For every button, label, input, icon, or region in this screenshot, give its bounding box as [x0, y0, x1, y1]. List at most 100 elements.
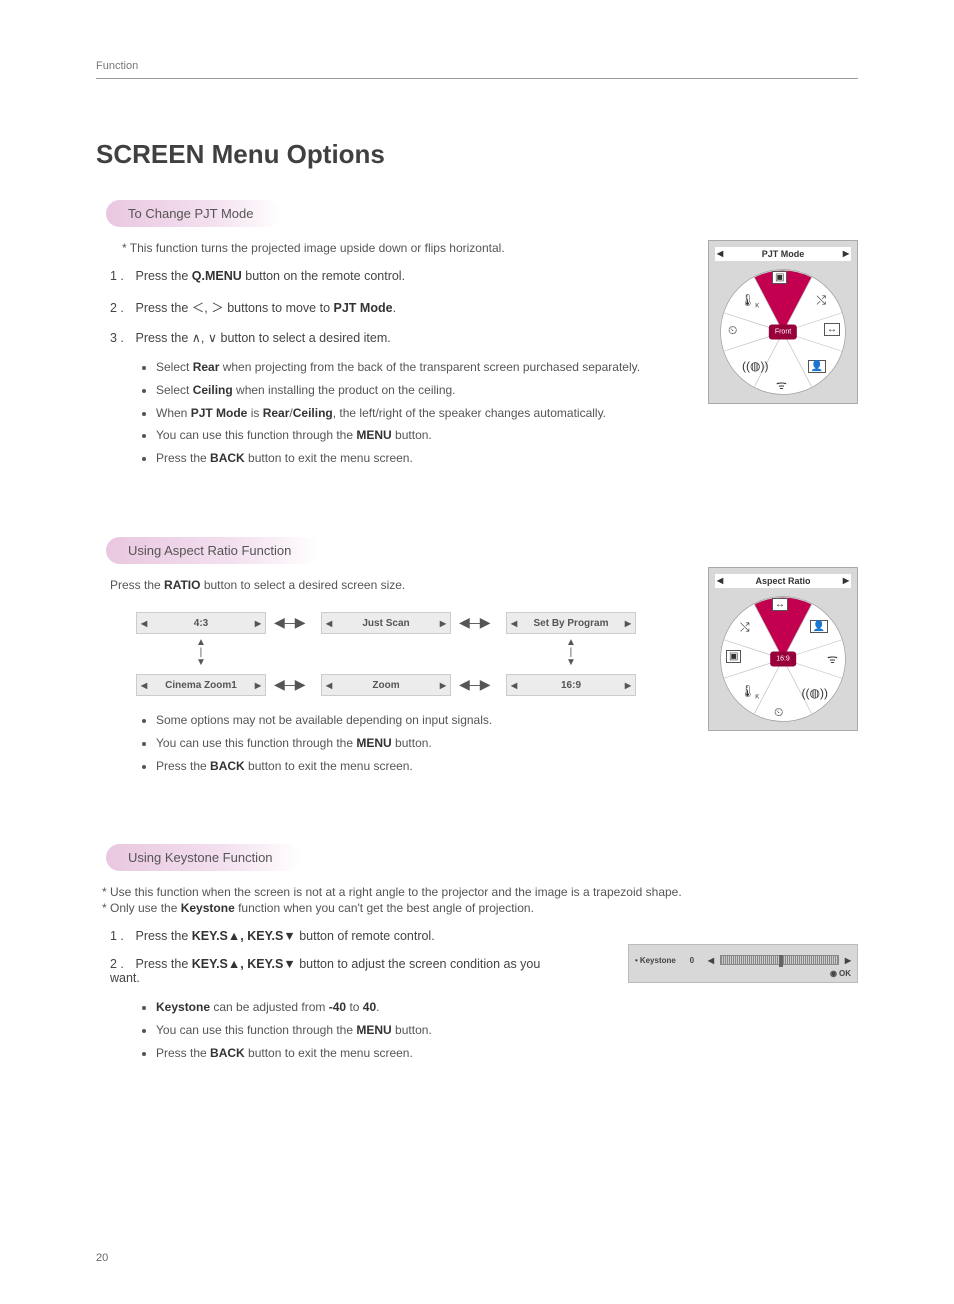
keystone-intro2: * Only use the Keystone function when yo…: [102, 901, 858, 915]
text: Press the: [135, 301, 191, 315]
text: button.: [392, 1023, 432, 1037]
page-number: 20: [96, 1252, 108, 1264]
text: button to exit the menu screen.: [245, 1046, 413, 1060]
aspect-heading: Using Aspect Ratio Function: [106, 537, 319, 564]
text: button to exit the menu screen.: [245, 451, 413, 465]
text: BACK: [210, 1046, 245, 1060]
text: You can use this function through the: [156, 736, 356, 750]
speaker-icon: ((◍)): [802, 686, 828, 700]
option-cinema-zoom1: ◀Cinema Zoom1▶: [136, 674, 266, 696]
aspect-osd-title: Aspect Ratio: [715, 574, 851, 588]
text: is: [247, 406, 262, 420]
page-header: Function: [96, 60, 858, 79]
timer-icon: ⏲: [728, 323, 737, 338]
wifi-icon: ᯤ: [827, 650, 838, 667]
text: buttons to move to: [224, 301, 334, 315]
h-arrow-icon: ◀—▶: [459, 676, 489, 693]
pjt-osd-center: Front: [769, 325, 797, 340]
keystone-slider: [720, 955, 839, 965]
aspect-osd-wheel: 16:9 ↔ ⤭ 👤 ▣ ᯤ 🌡K ((◍)) ⏲: [718, 594, 848, 724]
keystone-osd-panel: Keystone 0 ◀ ▶ OK: [628, 944, 858, 983]
page-title: SCREEN Menu Options: [96, 139, 858, 170]
section-pjt-mode: To Change PJT Mode * This function turns…: [96, 200, 858, 467]
text: Ceiling: [193, 383, 233, 397]
arrows-icon: ↔: [772, 598, 788, 611]
speaker-icon: ((◍)): [742, 359, 768, 373]
option-zoom: ◀Zoom▶: [321, 674, 451, 696]
text: button to select a desired screen size.: [200, 578, 405, 592]
text: Ceiling: [293, 406, 333, 420]
wifi-icon: ᯤ: [776, 376, 787, 393]
text: When: [156, 406, 191, 420]
flip-icon: ⤭: [816, 293, 826, 308]
option-16-9: ◀16:9▶: [506, 674, 636, 696]
text: button to exit the menu screen.: [245, 759, 413, 773]
person-icon: 👤: [808, 360, 826, 373]
section-aspect-ratio: Using Aspect Ratio Function Press the RA…: [96, 537, 858, 774]
text: * Only use the: [102, 901, 181, 915]
text: Select: [156, 360, 193, 374]
slider-thumb: [779, 955, 783, 967]
text: RATIO: [164, 578, 200, 592]
text: button.: [392, 736, 432, 750]
keystone-heading: Using Keystone Function: [106, 844, 301, 871]
person-icon: 👤: [810, 620, 828, 633]
pjt-osd-panel: PJT Mode Front ▣ 🌡K ⤭ ⏲ ↔: [708, 240, 858, 404]
text: when projecting from the back of the tra…: [219, 360, 640, 374]
text: when installing the product on the ceili…: [233, 383, 456, 397]
flip-icon: ⤭: [740, 620, 750, 635]
option-4-3: ◀4:3▶: [136, 612, 266, 634]
text: MENU: [356, 1023, 391, 1037]
v-arrow-icon: ▲|▼: [566, 638, 576, 668]
projector-icon: ▣: [726, 650, 741, 663]
text: button of remote control.: [296, 929, 435, 943]
text: You can use this function through the: [156, 428, 356, 442]
text: Press the: [156, 451, 210, 465]
text: BACK: [210, 451, 245, 465]
text: Q.MENU: [192, 269, 242, 283]
text: Select: [156, 383, 193, 397]
keystone-osd-value: 0: [682, 956, 702, 965]
text: to: [346, 1000, 363, 1014]
text: button to select a desired item.: [217, 331, 391, 345]
pjt-osd-title: PJT Mode: [715, 247, 851, 261]
arrows-icon: ↔: [824, 323, 840, 336]
aspect-osd-panel: Aspect Ratio 16:9 ↔ ⤭ 👤 ▣ ᯤ: [708, 567, 858, 731]
keystone-osd-label: Keystone: [635, 956, 676, 965]
text: Press the: [135, 331, 191, 345]
keystone-intro1: * Use this function when the screen is n…: [102, 885, 858, 899]
text: BACK: [210, 759, 245, 773]
text: Press the: [135, 957, 191, 971]
text: button.: [392, 428, 432, 442]
keystone-osd-ok: OK: [635, 969, 851, 978]
thermometer-icon: 🌡K: [740, 293, 759, 309]
text: Press the: [156, 1046, 210, 1060]
text: -40: [329, 1000, 346, 1014]
v-arrow-icon: ▲|▼: [196, 638, 206, 668]
text: Press the: [135, 269, 191, 283]
text: 40: [363, 1000, 376, 1014]
text: PJT Mode: [334, 301, 393, 315]
pjt-heading: To Change PJT Mode: [106, 200, 282, 227]
text: Press the: [135, 929, 191, 943]
text: MENU: [356, 428, 391, 442]
text: PJT Mode: [191, 406, 248, 420]
left-arrow-icon: ◀: [708, 956, 714, 965]
right-arrow-icon: ▶: [845, 956, 851, 965]
keystone-bullets: Keystone can be adjusted from -40 to 40.…: [156, 999, 858, 1061]
text: You can use this function through the: [156, 1023, 356, 1037]
text: MENU: [356, 736, 391, 750]
h-arrow-icon: ◀—▶: [274, 676, 304, 693]
keystone-step-2: 2 . Press the KEY.S▲, KEY.S▼ button to a…: [110, 957, 570, 985]
text: Rear: [193, 360, 220, 374]
text: .: [376, 1000, 379, 1014]
text: .: [393, 301, 396, 315]
text: Press the: [110, 578, 164, 592]
section-keystone: Using Keystone Function * Use this funct…: [96, 844, 858, 1061]
text: KEY.S▲, KEY.S▼: [192, 929, 296, 943]
text: Press the: [156, 759, 210, 773]
text: Keystone: [181, 901, 235, 915]
text: ＜, ＞: [192, 301, 224, 315]
option-set-by-program: ◀Set By Program▶: [506, 612, 636, 634]
projector-icon: ▣: [772, 271, 787, 284]
